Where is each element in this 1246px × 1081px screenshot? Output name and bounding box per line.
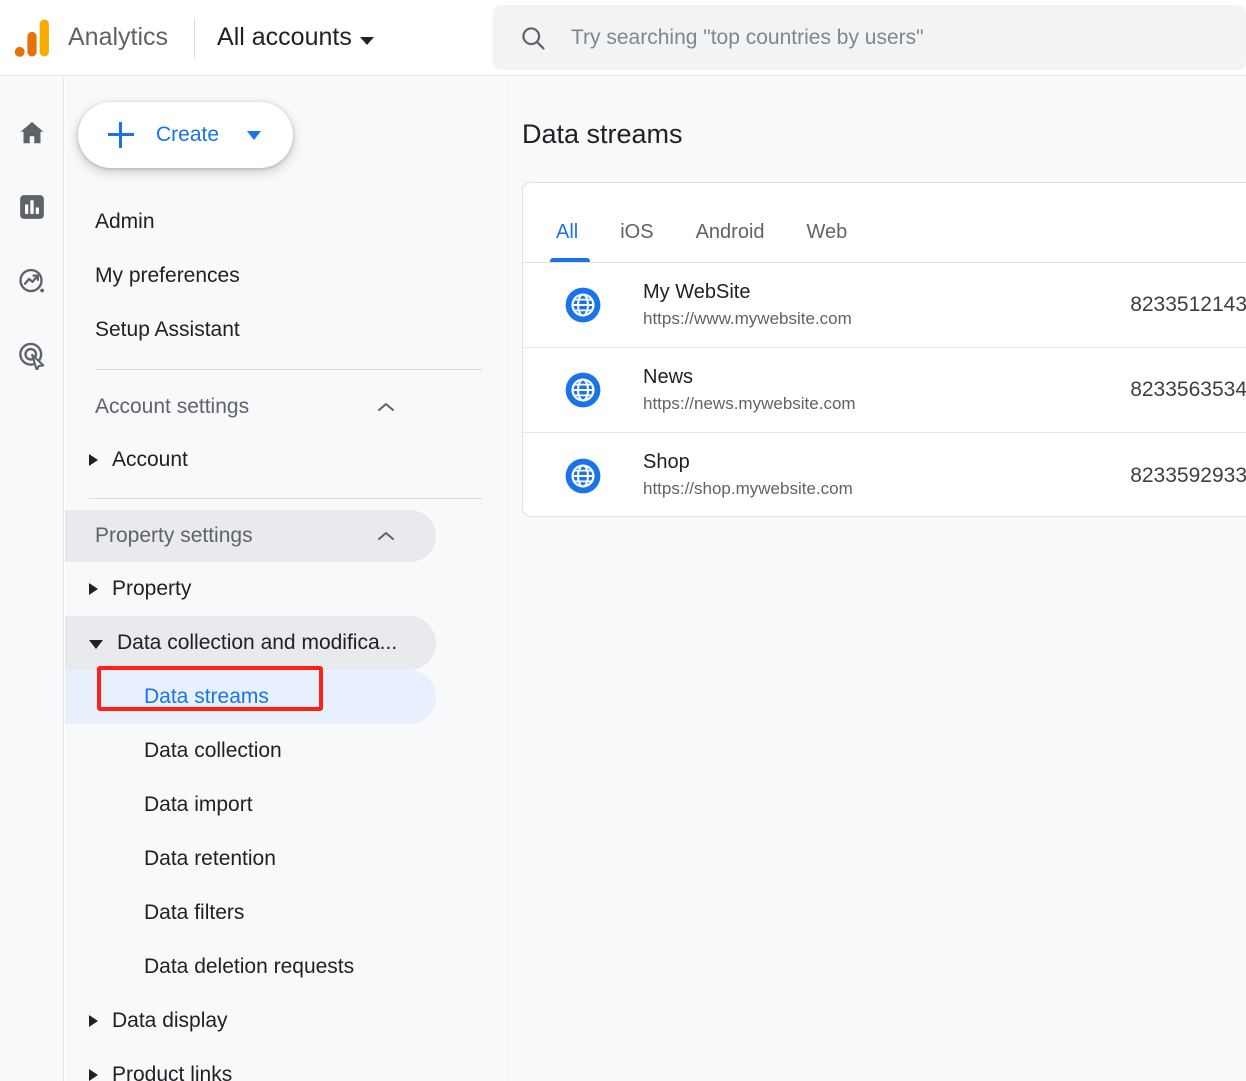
stream-name: News bbox=[643, 365, 694, 388]
sidebar-item-data-collection[interactable]: Data collection bbox=[65, 724, 436, 778]
caret-down-icon bbox=[359, 36, 374, 45]
stream-icon-container bbox=[523, 286, 643, 324]
stream-id: 8233563534 bbox=[1130, 378, 1246, 401]
stream-id: 8233512143 bbox=[1130, 293, 1246, 316]
sidebar-item-data-deletion-requests[interactable]: Data deletion requests bbox=[65, 940, 436, 994]
sidebar-item-setup-assistant[interactable]: Setup Assistant bbox=[65, 303, 505, 357]
sidebar: Create Admin My preferences Setup Assist… bbox=[65, 77, 505, 1081]
stream-id: 8233592933 bbox=[1130, 463, 1246, 487]
home-icon bbox=[20, 122, 43, 144]
page-title: Data streams bbox=[522, 119, 683, 149]
search-input[interactable]: Try searching "top countries by users" bbox=[493, 5, 1246, 70]
rail-item-advertising[interactable] bbox=[12, 337, 52, 373]
sidebar-group-data-collection-label: Data collection and modifica... bbox=[117, 631, 398, 654]
sidebar-group-product-links-label: Product links bbox=[112, 1063, 233, 1081]
table-row[interactable]: My WebSite https://www.mywebsite.com 823… bbox=[523, 263, 1246, 348]
icon-rail bbox=[0, 77, 64, 1081]
stream-info: News https://news.mywebsite.com bbox=[643, 364, 1130, 417]
search-icon bbox=[522, 26, 545, 50]
chevron-up-icon bbox=[378, 403, 394, 411]
sidebar-group-property[interactable]: Property bbox=[65, 562, 436, 616]
globe-icon bbox=[565, 287, 601, 323]
header-divider bbox=[194, 17, 196, 58]
bar-chart-icon bbox=[19, 195, 44, 219]
stream-url: https://news.mywebsite.com bbox=[643, 393, 856, 413]
sidebar-divider-1 bbox=[95, 369, 482, 370]
sidebar-item-data-import[interactable]: Data import bbox=[65, 778, 436, 832]
tab-all[interactable]: All bbox=[535, 221, 599, 262]
google-analytics-logo-icon bbox=[14, 19, 49, 57]
stream-icon-container bbox=[523, 371, 643, 409]
rail-item-home[interactable] bbox=[12, 115, 52, 151]
sidebar-item-my-preferences[interactable]: My preferences bbox=[65, 249, 505, 303]
sidebar-divider-2 bbox=[89, 498, 482, 499]
sidebar-item-data-retention[interactable]: Data retention bbox=[65, 832, 436, 886]
section-header-account-settings[interactable]: Account settings bbox=[65, 381, 436, 433]
analytics-admin-page: Analytics All accounts Try searching "to… bbox=[0, 0, 1246, 1081]
table-row[interactable]: Shop https://shop.mywebsite.com 82335929… bbox=[523, 433, 1246, 516]
advertising-target-icon bbox=[18, 342, 44, 370]
tab-ios[interactable]: iOS bbox=[599, 221, 674, 262]
sidebar-group-data-display-label: Data display bbox=[112, 1009, 228, 1032]
search-placeholder: Try searching "top countries by users" bbox=[571, 25, 924, 49]
triangle-right-icon bbox=[89, 454, 98, 466]
sidebar-group-account[interactable]: Account bbox=[65, 433, 436, 487]
logo-container bbox=[0, 0, 64, 76]
tab-android[interactable]: Android bbox=[675, 221, 786, 262]
account-switcher[interactable]: All accounts bbox=[217, 23, 374, 52]
create-button[interactable]: Create bbox=[78, 102, 293, 168]
stream-icon-container bbox=[523, 457, 643, 495]
main-content: Data streams All iOS Android Web My WebS… bbox=[506, 77, 1246, 1081]
section-header-property-settings[interactable]: Property settings bbox=[65, 510, 436, 562]
stream-url: https://www.mywebsite.com bbox=[643, 308, 852, 328]
rail-item-reports[interactable] bbox=[12, 189, 52, 225]
stream-name: My WebSite bbox=[643, 280, 751, 303]
sidebar-group-property-label: Property bbox=[112, 577, 192, 600]
sidebar-item-data-filters[interactable]: Data filters bbox=[65, 886, 436, 940]
data-streams-card: All iOS Android Web My WebSite https://w… bbox=[522, 182, 1246, 517]
triangle-down-icon bbox=[89, 640, 103, 649]
account-switcher-label: All accounts bbox=[217, 23, 352, 51]
sidebar-group-data-collection-and-modification[interactable]: Data collection and modifica... bbox=[65, 616, 436, 670]
sidebar-group-account-label: Account bbox=[112, 448, 188, 471]
stream-info: My WebSite https://www.mywebsite.com bbox=[643, 279, 1130, 332]
section-header-property-settings-label: Property settings bbox=[95, 524, 253, 547]
triangle-right-icon bbox=[89, 1069, 98, 1081]
stream-url: https://shop.mywebsite.com bbox=[643, 479, 853, 499]
brand-title: Analytics bbox=[68, 23, 169, 51]
sidebar-item-admin[interactable]: Admin bbox=[65, 195, 505, 249]
rail-item-explore[interactable] bbox=[12, 263, 52, 299]
stream-name: Shop bbox=[643, 451, 690, 474]
globe-icon bbox=[565, 372, 601, 408]
section-header-account-settings-label: Account settings bbox=[95, 395, 250, 418]
stream-info: Shop https://shop.mywebsite.com bbox=[643, 449, 1130, 502]
sidebar-item-data-streams[interactable]: Data streams bbox=[65, 670, 436, 724]
triangle-right-icon bbox=[89, 583, 98, 595]
sidebar-group-product-links[interactable]: Product links bbox=[65, 1048, 436, 1081]
plus-icon bbox=[108, 122, 134, 148]
explore-trend-icon bbox=[18, 268, 44, 293]
chevron-down-icon bbox=[247, 130, 262, 140]
table-row[interactable]: News https://news.mywebsite.com 82335635… bbox=[523, 348, 1246, 433]
sidebar-nav: Admin My preferences Setup Assistant Acc… bbox=[65, 195, 505, 1081]
globe-icon bbox=[565, 458, 601, 493]
top-header: Analytics All accounts Try searching "to… bbox=[0, 0, 1246, 76]
chevron-up-icon bbox=[378, 532, 394, 540]
stream-type-tabs: All iOS Android Web bbox=[523, 183, 1246, 263]
tab-web[interactable]: Web bbox=[786, 221, 869, 262]
sidebar-group-data-display[interactable]: Data display bbox=[65, 994, 436, 1048]
create-button-label: Create bbox=[156, 123, 220, 146]
triangle-right-icon bbox=[89, 1015, 98, 1027]
